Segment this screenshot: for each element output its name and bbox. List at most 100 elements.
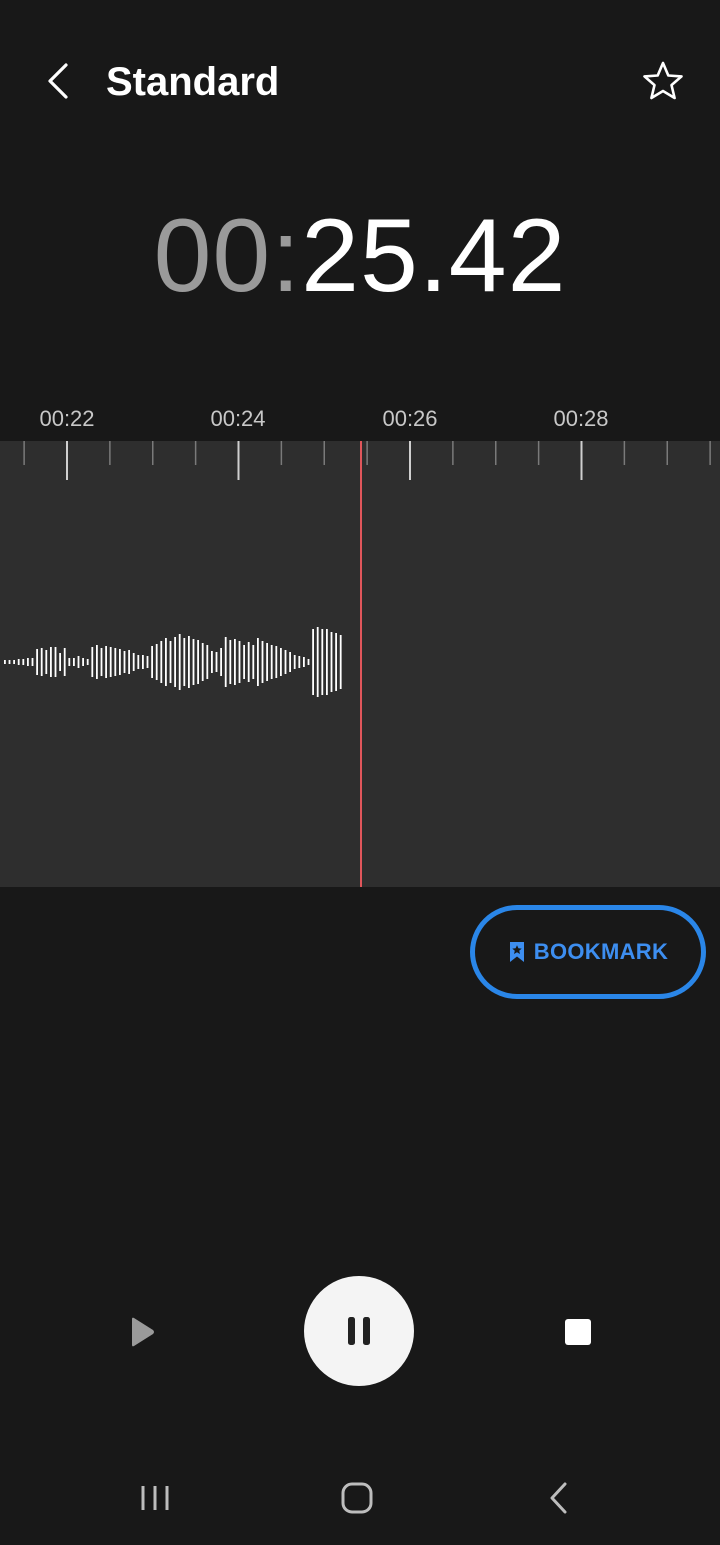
- waveform-bar: [215, 652, 218, 672]
- bookmark-label: BOOKMARK: [533, 939, 669, 964]
- page-title: Standard: [106, 60, 280, 104]
- waveform-bar: [321, 629, 324, 695]
- waveform-bar: [303, 657, 305, 667]
- waveform-bar: [91, 647, 94, 677]
- waveform-bar: [266, 643, 268, 681]
- waveform-bar: [146, 656, 149, 668]
- waveform-bar: [68, 658, 71, 666]
- pause-button[interactable]: [304, 1276, 414, 1386]
- waveform-bar: [183, 638, 186, 686]
- waveform-bar: [307, 659, 310, 665]
- back-button[interactable]: [30, 52, 88, 110]
- waveform-bar: [142, 655, 144, 669]
- waveform-panel[interactable]: [0, 441, 720, 887]
- waveform-bar: [109, 647, 112, 677]
- waveform-bar: [8, 660, 11, 664]
- waveform-bar: [284, 650, 287, 674]
- recents-icon: [141, 1486, 169, 1510]
- waveform-bar: [224, 637, 227, 687]
- waveform-bar: [4, 660, 6, 664]
- system-navbar: [0, 1450, 720, 1545]
- timeline-ticks: [23, 441, 711, 480]
- waveform-bar: [100, 648, 103, 676]
- timeline-label: 00:28: [553, 406, 609, 431]
- home-button[interactable]: [317, 1470, 397, 1526]
- waveform-bar: [151, 646, 153, 678]
- waveform-bar: [50, 647, 52, 677]
- timeline-labels: 00:22 00:24 00:26 00:28: [0, 400, 720, 440]
- waveform-bar: [160, 641, 163, 683]
- waveform-bar: [96, 645, 98, 679]
- timer-separator: :: [271, 198, 302, 314]
- waveform-bar: [40, 648, 43, 676]
- timeline-label: 00:22: [39, 406, 95, 431]
- waveform-bar: [275, 646, 278, 678]
- waveform-bar: [252, 645, 255, 679]
- waveform-bar: [132, 653, 135, 671]
- waveform-bar: [86, 659, 89, 665]
- timer-seconds: 25.42: [301, 198, 567, 314]
- waveform-bar: [330, 632, 333, 692]
- waveform-bar: [13, 660, 15, 664]
- waveform-bar: [261, 641, 264, 683]
- waveform-bar: [270, 645, 273, 679]
- waveform-bar: [312, 629, 314, 695]
- waveform-bar: [45, 650, 48, 674]
- waveform-bar: [178, 634, 181, 690]
- waveform-bar: [206, 645, 209, 679]
- timer-minutes: 00: [153, 198, 272, 314]
- waveform-bar: [316, 627, 319, 697]
- waveform-bar: [73, 658, 75, 666]
- waveform-bar: [339, 635, 342, 689]
- waveform-bar: [123, 651, 126, 673]
- waveform-bar: [293, 655, 296, 669]
- star-outline-icon: [643, 61, 683, 100]
- waveform-bar: [238, 641, 241, 683]
- waveform-bar: [128, 650, 130, 674]
- play-icon: [132, 1317, 154, 1347]
- waveform-bar: [197, 640, 199, 684]
- nav-back-button[interactable]: [519, 1470, 599, 1526]
- waveform-bar: [326, 629, 328, 695]
- waveform-bar: [229, 640, 232, 684]
- timeline-label: 00:24: [210, 406, 266, 431]
- waveform-bar: [105, 646, 107, 678]
- waveform-bar: [211, 651, 213, 673]
- recording-timer: 00:25.42: [0, 196, 720, 316]
- waveform-bar: [243, 645, 245, 679]
- waveform-bar: [17, 659, 20, 665]
- recents-button[interactable]: [115, 1470, 195, 1526]
- waveform-bar: [280, 648, 282, 676]
- waveform-bar: [36, 649, 38, 675]
- waveform-bar: [31, 658, 34, 666]
- waveform-bar: [82, 658, 84, 666]
- waveform-bar: [22, 659, 25, 665]
- waveform-bar: [119, 649, 121, 675]
- waveform-bar: [165, 638, 167, 686]
- bookmark-button[interactable]: BOOKMARK: [470, 905, 706, 999]
- waveform-bar: [289, 652, 291, 672]
- waveform-bar: [298, 656, 301, 668]
- waveform-bar: [174, 637, 176, 687]
- play-button[interactable]: [112, 1302, 172, 1362]
- waveform: [4, 441, 711, 887]
- waveform-bar: [201, 643, 204, 681]
- waveform-bar: [54, 647, 57, 677]
- favorite-button[interactable]: [634, 52, 692, 110]
- waveform-bar: [188, 636, 190, 688]
- bookmark-star-icon: [509, 942, 524, 962]
- waveform-bar: [192, 639, 195, 685]
- waveform-bar: [335, 633, 337, 691]
- waveform-bar: [77, 656, 80, 668]
- timeline-label: 00:26: [382, 406, 438, 431]
- app-header: Standard: [0, 0, 720, 160]
- waveform-bar: [220, 648, 222, 676]
- stop-button[interactable]: [548, 1302, 608, 1362]
- chevron-left-icon: [48, 63, 68, 99]
- waveform-bar: [59, 653, 61, 671]
- waveform-bar: [155, 644, 158, 680]
- waveform-bar: [234, 639, 236, 685]
- waveform-bar: [257, 638, 259, 686]
- waveform-bar: [169, 641, 172, 683]
- waveform-bar: [137, 655, 140, 669]
